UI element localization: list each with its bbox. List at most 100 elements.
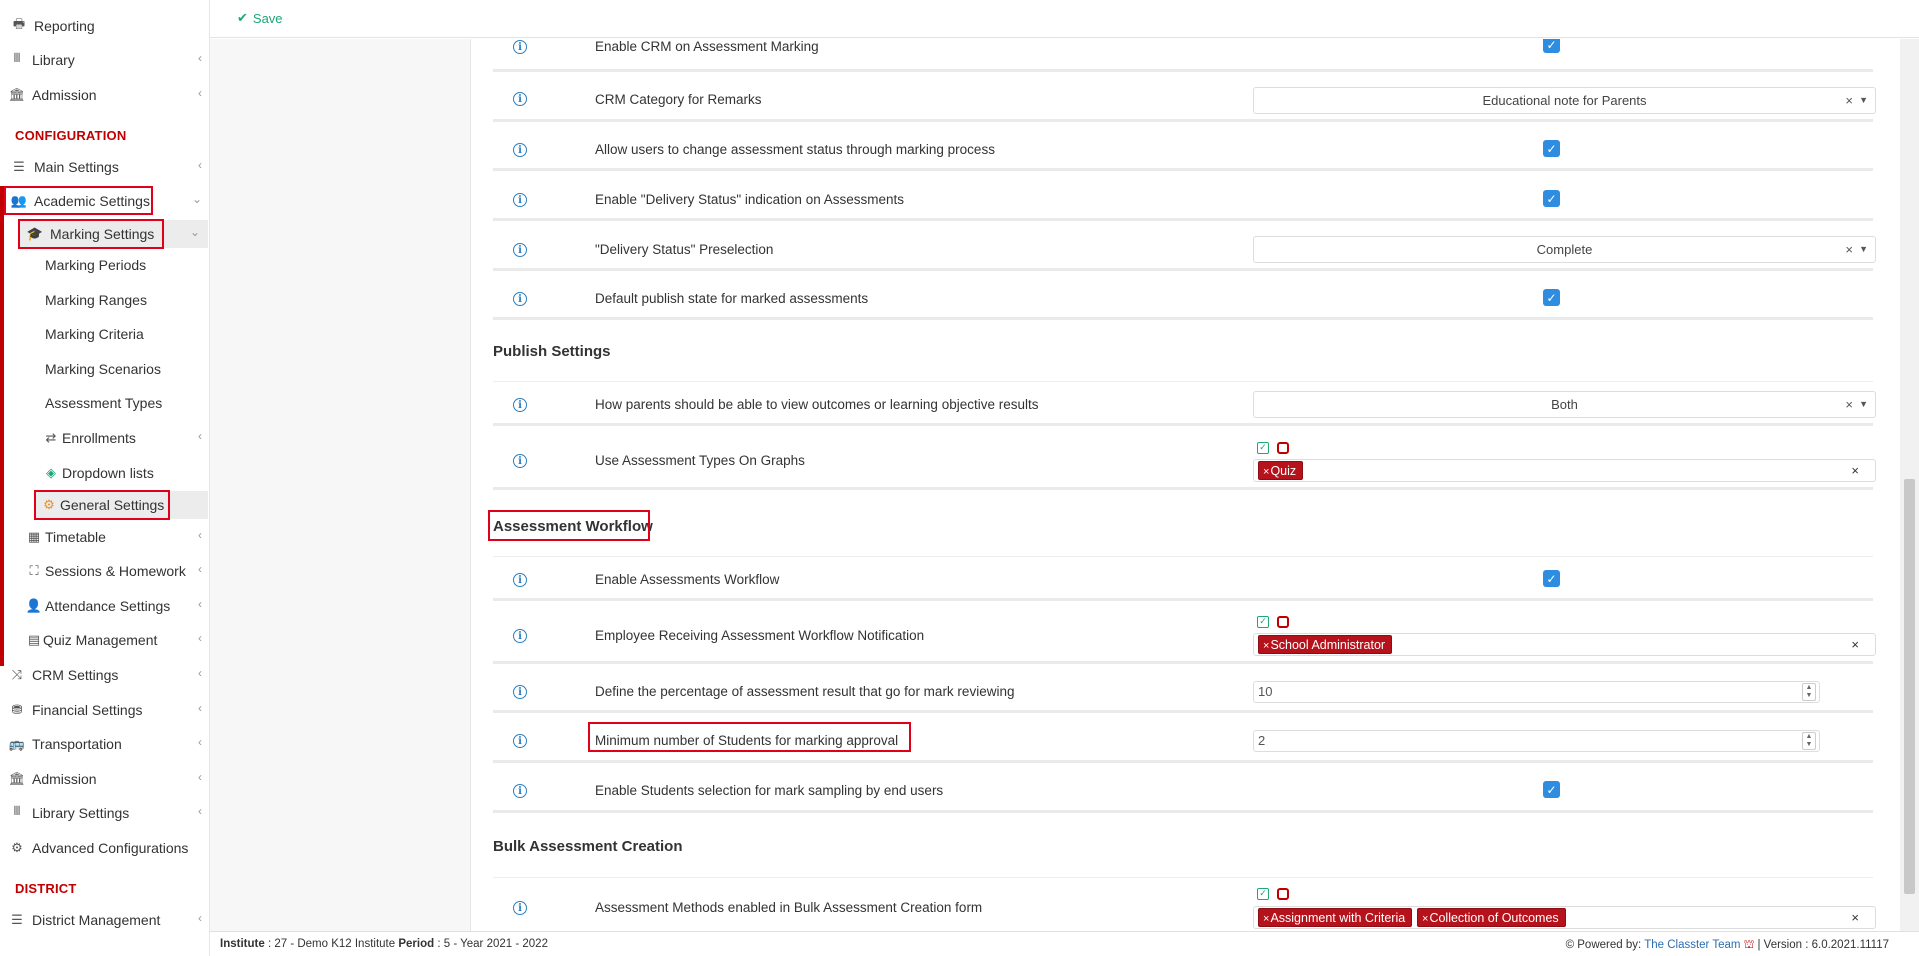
institute-value: : 27 - Demo K12 Institute (267, 938, 396, 950)
clear-icon[interactable]: × (1851, 637, 1859, 652)
sidebar-item-label: Admission (32, 87, 97, 103)
assessment-types-multiselect[interactable]: ×Quiz × (1253, 459, 1876, 482)
calendar-icon: ▦ (27, 529, 41, 544)
sidebar-item-label: Attendance Settings (45, 598, 171, 614)
setting-row: i Allow users to change assessment statu… (493, 128, 1873, 171)
select-all-icon[interactable]: ✓ (1257, 616, 1269, 628)
scrollbar-thumb[interactable] (1904, 479, 1915, 894)
sidebar-item-transportation[interactable]: 🚌 Transportation ‹ (0, 730, 210, 758)
info-icon[interactable]: i (513, 901, 527, 915)
books-icon: 𝍫 (13, 50, 21, 65)
info-icon[interactable]: i (513, 398, 527, 412)
sidebar-item-sessions-homework[interactable]: ⛶ Sessions & Homework ‹ (0, 557, 210, 585)
sidebar-item-crm-settings[interactable]: ⤨ CRM Settings ‹ (0, 661, 210, 689)
info-icon[interactable]: i (513, 40, 527, 54)
caret-down-icon[interactable]: ▼ (1859, 237, 1868, 262)
layers-icon: ◈ (46, 465, 56, 480)
clear-icon[interactable]: × (1851, 910, 1859, 925)
sidebar-item-district-management[interactable]: ☰ District Management ‹ (0, 906, 210, 934)
setting-row: i Enable Assessments Workflow ✓ (493, 556, 1873, 601)
setting-label: Allow users to change assessment status … (595, 142, 995, 157)
sidebar-item-attendance-settings[interactable]: 👤 Attendance Settings ‹ (0, 592, 210, 620)
enable-delivery-status-checkbox[interactable]: ✓ (1543, 190, 1560, 207)
select-all-icon[interactable]: ✓ (1257, 442, 1269, 454)
chevron-left-icon: ‹ (198, 51, 202, 65)
sidebar-item-label: Transportation (32, 736, 122, 752)
remove-tag-icon[interactable]: × (1263, 913, 1269, 925)
stepper-icon[interactable]: ▲ ▼ (1802, 732, 1816, 750)
sidebar-item-enrollments[interactable]: ⇄ Enrollments ‹ (0, 424, 210, 452)
deselect-all-icon[interactable] (1277, 888, 1289, 900)
sidebar-item-marking-criteria[interactable]: Marking Criteria (0, 320, 210, 348)
info-icon[interactable]: i (513, 193, 527, 207)
caret-down-icon[interactable]: ▼ (1859, 88, 1868, 113)
sidebar-item-reporting[interactable]: 🖶 Reporting (0, 12, 210, 40)
default-publish-checkbox[interactable]: ✓ (1543, 289, 1560, 306)
parents-view-select[interactable]: Both × ▼ (1253, 391, 1876, 418)
scrollbar[interactable] (1900, 39, 1919, 931)
tag-chip[interactable]: ×Assignment with Criteria (1258, 908, 1413, 927)
info-icon[interactable]: i (513, 734, 527, 748)
sidebar-item-label: Dropdown lists (62, 465, 154, 481)
info-icon[interactable]: i (513, 454, 527, 468)
team-link[interactable]: The Classter Team (1644, 939, 1740, 951)
institute-label: Institute (220, 938, 265, 950)
tag-label: Collection of Outcomes (1429, 911, 1559, 925)
remove-tag-icon[interactable]: × (1263, 640, 1269, 652)
min-students-input[interactable]: 2 ▲ ▼ (1253, 730, 1820, 752)
info-icon[interactable]: i (513, 784, 527, 798)
sidebar-item-library-settings[interactable]: 𝍫 Library Settings ‹ (0, 799, 210, 827)
stepper-icon[interactable]: ▲ ▼ (1802, 683, 1816, 701)
info-icon[interactable]: i (513, 243, 527, 257)
sidebar-item-marking-periods[interactable]: Marking Periods (0, 251, 210, 279)
sidebar-item-label: District Management (32, 912, 161, 928)
sidebar-item-main-settings[interactable]: ☰ Main Settings ‹ (0, 153, 210, 181)
remove-tag-icon[interactable]: × (1422, 913, 1428, 925)
allow-status-change-checkbox[interactable]: ✓ (1543, 140, 1560, 157)
sidebar-item-timetable[interactable]: ▦ Timetable ‹ (0, 523, 210, 551)
save-button[interactable]: ✔ Save (237, 10, 283, 26)
sidebar-item-marking-ranges[interactable]: Marking Ranges (0, 286, 210, 314)
sidebar-item-quiz-management[interactable]: ▤ Quiz Management ‹ (0, 626, 210, 654)
info-icon[interactable]: i (513, 292, 527, 306)
sidebar-item-financial-settings[interactable]: ⛃ Financial Settings ‹ (0, 696, 210, 724)
crm-category-select[interactable]: Educational note for Parents × ▼ (1253, 87, 1876, 114)
bulk-methods-multiselect[interactable]: ×Assignment with Criteria ×Collection of… (1253, 906, 1876, 929)
clear-icon[interactable]: × (1845, 237, 1853, 262)
enable-workflow-checkbox[interactable]: ✓ (1543, 570, 1560, 587)
sidebar-item-dropdown-lists[interactable]: ◈ Dropdown lists (0, 459, 210, 487)
info-icon[interactable]: i (513, 143, 527, 157)
books-icon: 𝍫 (13, 803, 21, 818)
sidebar-item-admission-settings[interactable]: 🏛 Admission ‹ (0, 765, 210, 793)
sidebar-item-admission[interactable]: 🏛 Admission ‹ (0, 81, 210, 109)
delivery-preselection-select[interactable]: Complete × ▼ (1253, 236, 1876, 263)
enable-students-selection-checkbox[interactable]: ✓ (1543, 781, 1560, 798)
sidebar-item-assessment-types[interactable]: Assessment Types (0, 389, 210, 417)
info-icon[interactable]: i (513, 685, 527, 699)
sidebar: 🖶 Reporting 𝍫 Library ‹ 🏛 Admission ‹ CO… (0, 0, 210, 956)
chevron-down-icon: ⌄ (189, 225, 200, 239)
clear-icon[interactable]: × (1845, 392, 1853, 417)
chevron-left-icon: ‹ (198, 429, 202, 443)
percentage-review-input[interactable]: 10 ▲ ▼ (1253, 681, 1820, 703)
deselect-all-icon[interactable] (1277, 616, 1289, 628)
select-toggle-group: ✓ (1257, 442, 1289, 454)
sidebar-item-marking-scenarios[interactable]: Marking Scenarios (0, 355, 210, 383)
deselect-all-icon[interactable] (1277, 442, 1289, 454)
info-icon[interactable]: i (513, 573, 527, 587)
tag-chip[interactable]: ×Quiz (1258, 461, 1304, 480)
clear-icon[interactable]: × (1851, 463, 1859, 478)
clear-icon[interactable]: × (1845, 88, 1853, 113)
sidebar-item-library[interactable]: 𝍫 Library ‹ (0, 46, 210, 74)
tag-chip[interactable]: ×Collection of Outcomes (1417, 908, 1566, 927)
sidebar-item-advanced-configurations[interactable]: ⚙ Advanced Configurations (0, 834, 210, 862)
caret-down-icon[interactable]: ▼ (1859, 392, 1868, 417)
info-icon[interactable]: i (513, 629, 527, 643)
sidebar-item-label: Advanced Configurations (32, 840, 189, 856)
employee-notification-multiselect[interactable]: ×School Administrator × (1253, 633, 1876, 656)
select-all-icon[interactable]: ✓ (1257, 888, 1269, 900)
remove-tag-icon[interactable]: × (1263, 466, 1269, 478)
tag-chip[interactable]: ×School Administrator (1258, 635, 1393, 654)
enable-crm-checkbox[interactable]: ✓ (1543, 39, 1560, 53)
info-icon[interactable]: i (513, 92, 527, 106)
